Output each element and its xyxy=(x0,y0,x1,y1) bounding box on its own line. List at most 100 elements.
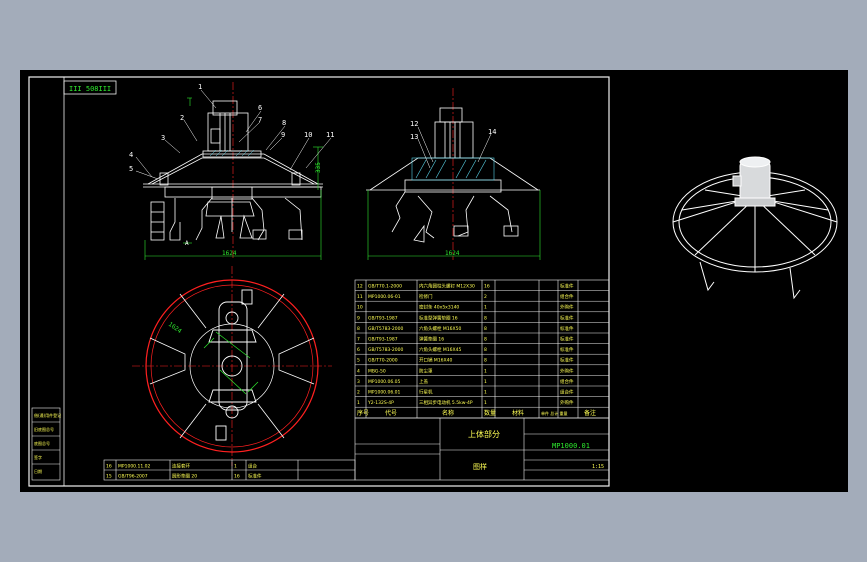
lower-cell-no: 15 xyxy=(106,474,112,480)
bom-cell-name: 弹簧垫圈 16 xyxy=(419,336,444,343)
drawing-number: MP1000.01 xyxy=(552,442,590,450)
bom-cell-code: MP1000.06.05 xyxy=(368,379,400,385)
lower-cell-code: GB/T96-2007 xyxy=(118,474,148,480)
balloon-5: 5 xyxy=(129,165,133,173)
side-label-0: 借(通)用件登记 xyxy=(34,412,61,418)
bom-cell-name: 内六角圆柱头螺钉 M12X30 xyxy=(419,283,475,290)
front-dimensions xyxy=(144,97,323,260)
drawing-border xyxy=(28,76,610,487)
lower-cell-name: 圆形垫圈 20 xyxy=(172,473,197,480)
lower-rows: 16 MP1000.11.02 连接套环 1 组合 15 GB/T96-2007 圆形垫圈 2… xyxy=(106,463,262,480)
top-view: 1624 xyxy=(132,266,332,466)
bom-cell-code: GB/T70.1-2000 xyxy=(368,284,402,290)
lower-cell-no: 16 xyxy=(106,464,112,470)
side-leader-lines xyxy=(417,126,492,169)
front-width-dim: 1624 xyxy=(222,250,237,257)
bom-cell-no: 8 xyxy=(357,326,360,332)
bom-cell-name: 行星机 xyxy=(419,389,433,396)
bom-cell-note: 组合件 xyxy=(560,389,574,396)
balloon-1: 1 xyxy=(198,83,202,91)
bom-cell-note: 标准件 xyxy=(560,357,574,364)
lower-cell-note: 标准件 xyxy=(248,473,262,480)
bom-header-weight: 单件 总计 重量 xyxy=(541,410,568,416)
bom-cell-name: 六角头螺栓 M16X45 xyxy=(419,346,461,353)
bom-cell-note: 外购件 xyxy=(560,399,574,406)
bom-cell-name: 标准型弹簧垫圈 16 xyxy=(419,314,458,321)
bom-cell-no: 1 xyxy=(357,400,360,406)
3d-motor xyxy=(732,156,776,207)
bom-cell-qty: 8 xyxy=(484,326,487,332)
balloon-12: 12 xyxy=(410,120,418,128)
bom-cell-qty: 8 xyxy=(484,315,487,321)
balloon-11: 11 xyxy=(326,131,334,139)
bom-cell-name: 六角头螺栓 M16X50 xyxy=(419,325,461,332)
bom-cell-code: GB/T5783-2000 xyxy=(368,347,404,353)
balloon-10: 10 xyxy=(304,131,312,139)
bom-header-name: 名称 xyxy=(442,409,454,417)
bom-cell-qty: 16 xyxy=(484,284,490,290)
bom-cell-note: 标准件 xyxy=(560,283,574,290)
bom-header-no: 序号 xyxy=(357,409,369,417)
bom-cell-code: MP1000.06.01 xyxy=(368,390,400,396)
bom-cell-note: 标准件 xyxy=(560,314,574,321)
bom-cell-note: 组合件 xyxy=(560,378,574,385)
balloon-8: 8 xyxy=(282,119,286,127)
bom-header-note: 备注 xyxy=(584,409,596,417)
3d-model-view xyxy=(672,156,838,300)
bom-cell-note: 外购件 xyxy=(560,304,574,311)
bom-cell-no: 7 xyxy=(357,337,360,343)
balloon-13: 13 xyxy=(410,133,418,141)
bom-cell-qty: 1 xyxy=(484,400,487,406)
bom-cell-code: GB/T70-2000 xyxy=(368,358,398,364)
bom-cell-code: Y2-132S-4P xyxy=(367,400,394,406)
bom-cell-qty: 8 xyxy=(484,337,487,343)
bom-cell-qty: 8 xyxy=(484,347,487,353)
balloon-4: 4 xyxy=(129,151,133,159)
balloon-9: 9 xyxy=(281,131,285,139)
bom-cell-qty: 2 xyxy=(484,294,487,300)
bom-header-qty: 数量 xyxy=(484,409,496,417)
lower-cell-qty: 1 xyxy=(234,464,237,470)
front-leader-lines xyxy=(135,89,332,180)
header-label: III 508III xyxy=(69,85,111,93)
lower-cell-note: 组合 xyxy=(248,463,257,470)
bom-cell-no: 10 xyxy=(357,305,363,311)
bom-cell-qty: 1 xyxy=(484,305,487,311)
side-width-dim: 1624 xyxy=(445,250,460,257)
bom-cell-code: GB/T93-1987 xyxy=(368,315,398,321)
bom-cell-note: 组合件 xyxy=(560,293,574,300)
bom-cell-no: 4 xyxy=(357,368,360,374)
bom-cell-name: 检修门 xyxy=(419,293,433,300)
bom-cell-name: 开口销 M16X40 xyxy=(419,357,452,364)
bom-cell-name: 密封条 40x5x3140 xyxy=(419,304,459,311)
balloon-2: 2 xyxy=(180,114,184,122)
bom-cell-note: 外购件 xyxy=(560,367,574,374)
side-label-2: 底图总号 xyxy=(34,440,50,446)
bom-cell-no: 6 xyxy=(357,347,360,353)
side-labels-table: 借(通)用件登记 旧底图总号 底图总号 签字 日期 xyxy=(31,407,61,481)
front-view xyxy=(143,82,323,260)
drawing-subtitle: 图样 xyxy=(473,462,487,471)
side-label-3: 签字 xyxy=(34,454,42,460)
lower-cell-code: MP1000.11.02 xyxy=(118,464,150,470)
view-a-label: A xyxy=(185,240,189,247)
balloon-6: 6 xyxy=(258,104,262,112)
bom-cell-qty: 1 xyxy=(484,368,487,374)
bom-header-code: 代号 xyxy=(385,409,397,417)
bom-cell-qty: 1 xyxy=(484,390,487,396)
balloon-14: 14 xyxy=(488,128,496,136)
drawing-scale: 1:15 xyxy=(592,464,604,470)
bom-cell-name: 上盖 xyxy=(419,378,428,385)
bom-header-mat: 材料 xyxy=(512,409,524,417)
bom-cell-note: 标准件 xyxy=(560,336,574,343)
bom-cell-qty: 1 xyxy=(484,379,487,385)
bom-cell-no: 3 xyxy=(357,379,360,385)
bom-cell-code: MBG-50 xyxy=(368,368,386,374)
bom-cell-code: GB/T93-1987 xyxy=(368,337,398,343)
part-name: 上体部分 xyxy=(468,429,500,439)
bom-cell-code: GB/T5783-2000 xyxy=(368,326,404,332)
bom-cell-no: 9 xyxy=(357,315,360,321)
height-dim: 335 xyxy=(315,162,322,173)
bom-cell-no: 5 xyxy=(357,358,360,364)
side-label-1: 旧底图总号 xyxy=(34,426,54,432)
